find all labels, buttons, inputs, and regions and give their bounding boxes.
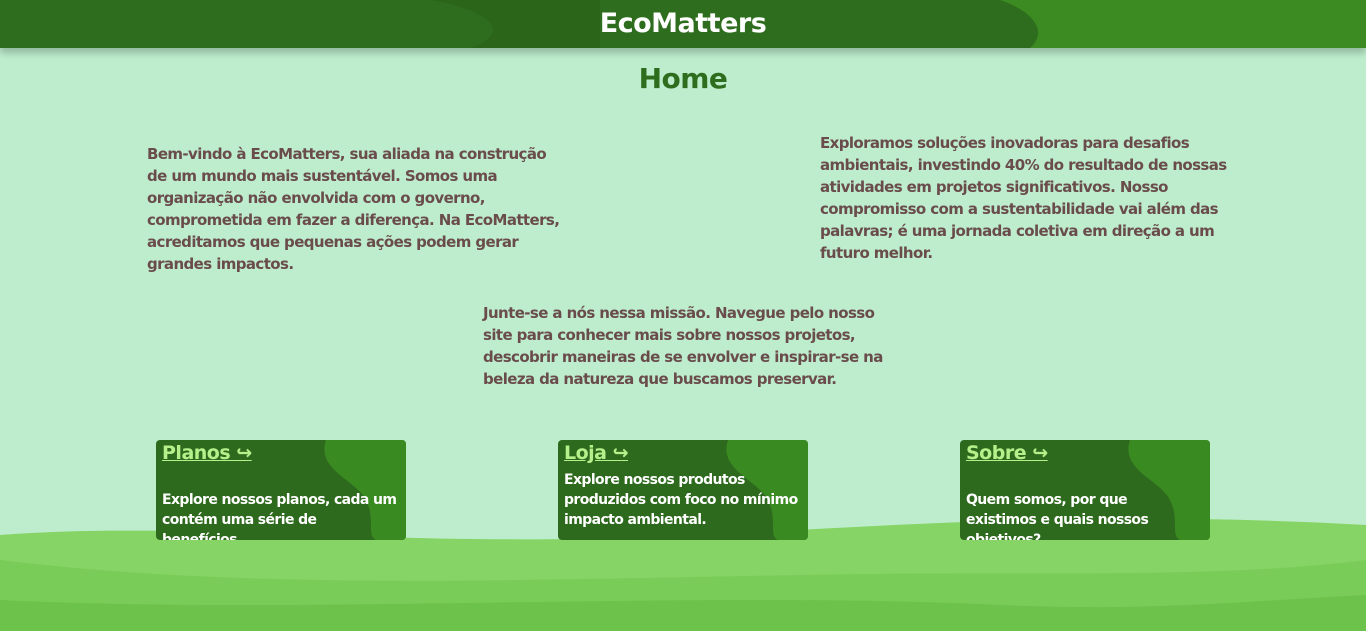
card-link-sobre[interactable]: Sobre ↪ — [966, 442, 1048, 464]
card-description: Explore nossos produtos produzidos com f… — [564, 472, 798, 528]
card-link-loja[interactable]: Loja ↪ — [564, 442, 629, 464]
card-planos[interactable]: Planos ↪ Explore nossos planos, cada um … — [156, 440, 406, 540]
card-description: Quem somos, por que existimos e quais no… — [966, 492, 1149, 540]
solutions-paragraph: Exploramos soluções inovadoras para desa… — [820, 134, 1227, 262]
site-title[interactable]: EcoMatters — [0, 0, 1366, 48]
card-link-planos[interactable]: Planos ↪ — [162, 442, 252, 464]
card-sobre[interactable]: Sobre ↪ Quem somos, por que existimos e … — [960, 440, 1210, 540]
intro-paragraph: Bem-vindo à EcoMatters, sua aliada na co… — [147, 145, 560, 273]
card-loja[interactable]: Loja ↪ Explore nossos produtos produzido… — [558, 440, 808, 540]
card-description: Explore nossos planos, cada um contém um… — [162, 492, 397, 540]
site-header: EcoMatters — [0, 0, 1366, 48]
page-title: Home — [638, 62, 728, 95]
join-paragraph: Junte-se a nós nessa missão. Navegue pel… — [483, 304, 883, 388]
